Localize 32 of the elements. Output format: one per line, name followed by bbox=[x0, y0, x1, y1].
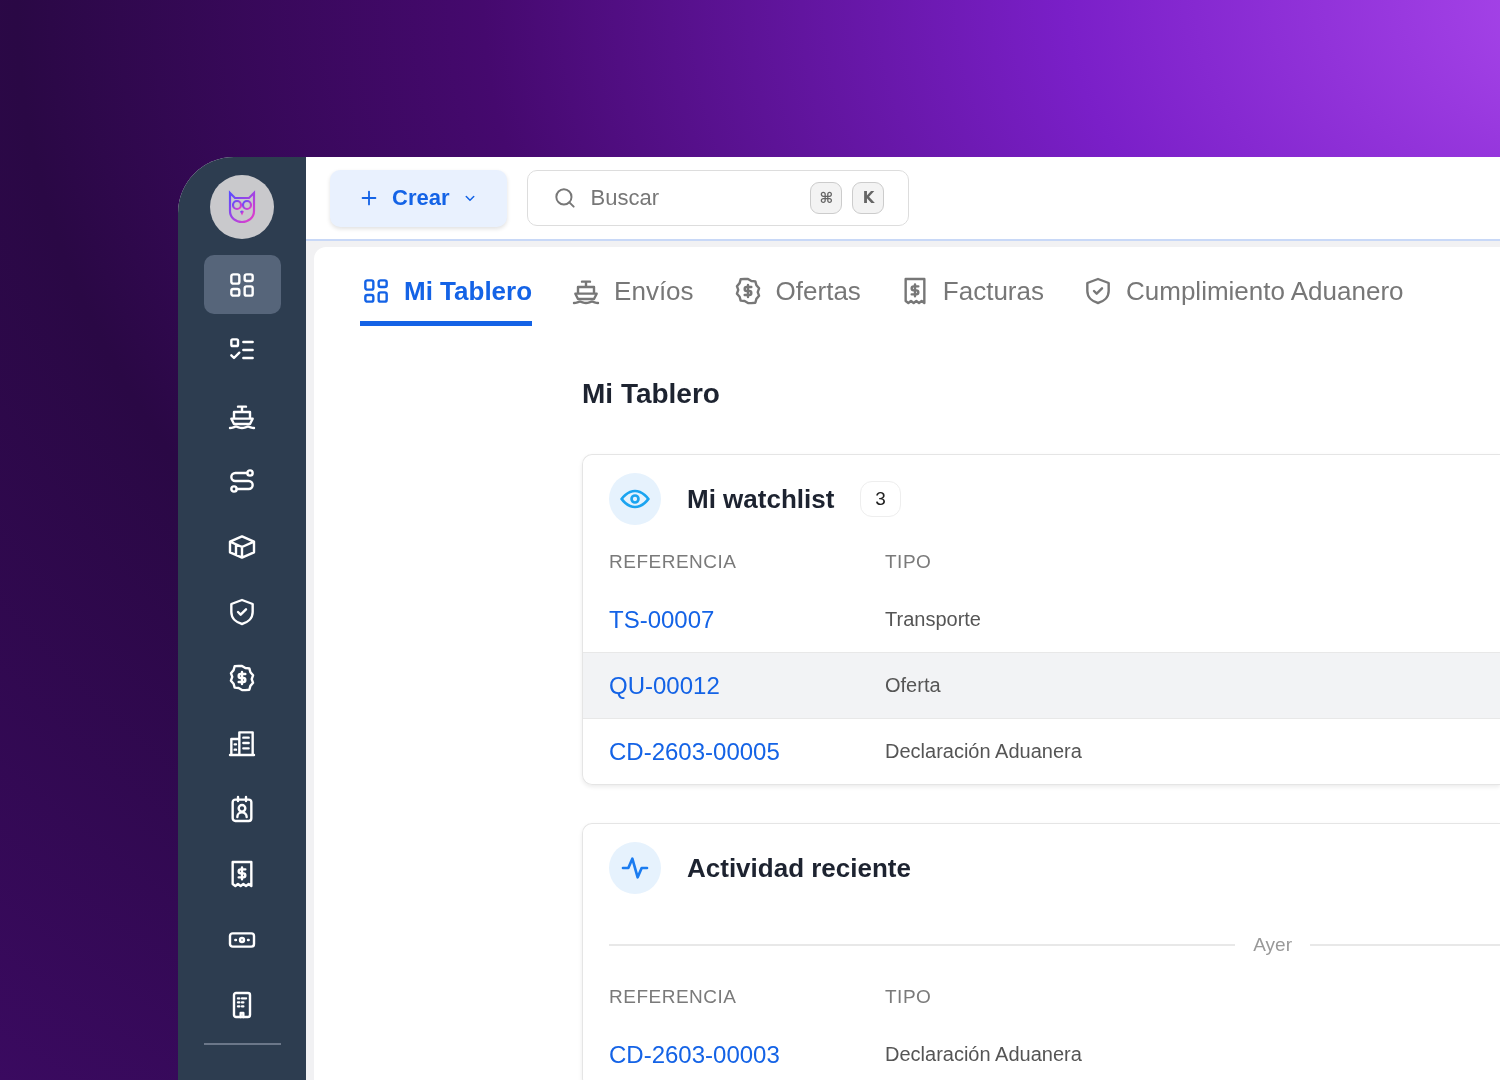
tab[interactable]: Mi Tablero bbox=[360, 275, 533, 326]
shortcut-key: ⌘ bbox=[810, 182, 843, 214]
column-header: REFERENCIA bbox=[609, 986, 738, 1008]
card-title: Actividad reciente bbox=[687, 852, 911, 884]
shortcut-key: K bbox=[852, 182, 885, 214]
reference-link[interactable]: CD-2603-00005 bbox=[609, 737, 885, 766]
tab[interactable]: Facturas bbox=[898, 275, 1044, 326]
sidebar-item[interactable] bbox=[203, 255, 281, 314]
type-cell: Oferta bbox=[885, 674, 941, 697]
tab[interactable]: Ofertas bbox=[731, 275, 861, 326]
table-row[interactable]: QU-00012 Oferta bbox=[583, 653, 1500, 719]
card-title: Mi watchlist bbox=[687, 483, 835, 515]
reference-link[interactable]: TS-00007 bbox=[609, 605, 885, 634]
create-button[interactable]: Crear bbox=[330, 169, 508, 227]
column-header: TIPO bbox=[885, 986, 933, 1008]
column-header: REFERENCIA bbox=[609, 551, 738, 573]
tab[interactable]: Envíos bbox=[570, 275, 694, 326]
eye-icon bbox=[609, 473, 661, 525]
date-group-label: Ayer bbox=[1253, 934, 1292, 956]
reference-link[interactable]: CD-2603-00003 bbox=[609, 1040, 885, 1069]
page-title: Mi Tablero bbox=[582, 378, 721, 410]
activity-pulse-icon bbox=[609, 842, 661, 894]
table-row[interactable]: CD-2603-00005 Declaración Aduanera bbox=[583, 719, 1500, 784]
tab[interactable]: Cumplimiento Aduanero bbox=[1082, 275, 1404, 326]
type-cell: Declaración Aduanera bbox=[885, 740, 1082, 763]
count-badge: 3 bbox=[860, 481, 901, 517]
column-header: TIPO bbox=[885, 551, 933, 573]
type-cell: Transporte bbox=[885, 608, 981, 631]
reference-link[interactable]: QU-00012 bbox=[609, 671, 885, 700]
type-cell: Declaración Aduanera bbox=[885, 1043, 1082, 1066]
table-row[interactable]: CD-2603-00003 Declaración Aduanera bbox=[583, 1022, 1500, 1080]
search-field[interactable]: Buscar ⌘ K bbox=[527, 170, 910, 226]
